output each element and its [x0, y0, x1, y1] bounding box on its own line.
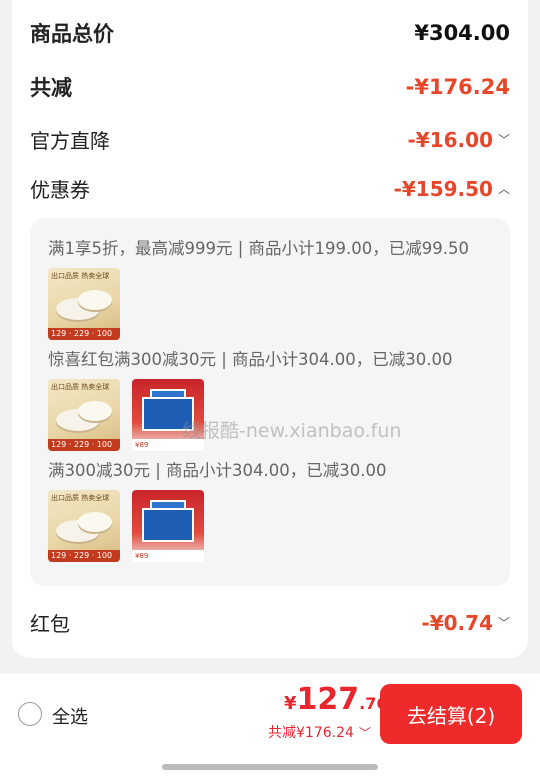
total-reduce-value: -¥176.24 — [405, 75, 510, 99]
hongbao-label: 红包 — [30, 612, 70, 636]
watermark: 线报酷-new.xianbao.fun — [182, 420, 402, 442]
hongbao-value: -¥0.74 — [421, 610, 493, 635]
official-discount-value-wrap: -¥16.00 ﹀ — [408, 128, 511, 152]
total-price-row: 商品总价 ¥304.00 — [30, 18, 510, 48]
coupon-line-2: 惊喜红包满300减30元 | 商品小计304.00，已减30.00 — [48, 350, 453, 369]
checkout-button[interactable]: 去结算(2) — [380, 684, 522, 744]
official-discount-label: 官方直降 — [30, 129, 110, 153]
chevron-down-icon[interactable]: ﹀ — [498, 614, 510, 631]
coupon-line-3: 满300减30元 | 商品小计304.00，已减30.00 — [48, 461, 387, 480]
final-price: ¥ 127 .76 — [284, 682, 388, 717]
total-reduce-label: 共减 — [30, 76, 72, 100]
official-discount-row[interactable]: 官方直降 -¥16.00 ﹀ — [30, 125, 510, 154]
coupon-label: 优惠券 — [30, 178, 90, 202]
official-discount-value: -¥16.00 — [407, 127, 493, 152]
chevron-up-icon[interactable]: ︿ — [498, 180, 510, 197]
home-indicator — [162, 764, 378, 770]
product-thumb-cookware[interactable]: 出口品质 热卖全球 129 · 229 · 100 — [48, 379, 120, 451]
coupon-row[interactable]: 优惠券 -¥159.50 ︿ — [30, 174, 510, 203]
coupon-line-1: 满1享5折，最高减999元 | 商品小计199.00，已减99.50 — [48, 239, 470, 258]
total-price-label: 商品总价 — [30, 22, 114, 46]
product-thumb-box[interactable]: ¥89 — [132, 490, 204, 562]
chevron-down-icon: ﹀ — [358, 725, 371, 740]
chevron-down-icon[interactable]: ﹀ — [498, 131, 510, 148]
product-thumb-cookware[interactable]: 出口品质 热卖全球 129 · 229 · 100 — [48, 490, 120, 562]
hongbao-value-wrap: -¥0.74 ﹀ — [421, 611, 510, 635]
coupon-1-thumbs: 出口品质 热卖全球 129 · 229 · 100 — [48, 268, 120, 340]
total-price-value: ¥304.00 — [414, 21, 510, 45]
product-thumb-cookware[interactable]: 出口品质 热卖全球 129 · 229 · 100 — [48, 268, 120, 340]
coupon-3-thumbs: 出口品质 热卖全球 129 · 229 · 100 ¥89 — [48, 490, 204, 562]
coupon-detail-box: 满1享5折，最高减999元 | 商品小计199.00，已减99.50 出口品质 … — [30, 218, 510, 586]
select-all-radio[interactable] — [18, 702, 42, 726]
coupon-2-thumbs: 出口品质 热卖全球 129 · 229 · 100 ¥89 — [48, 379, 204, 451]
select-all-label[interactable]: 全选 — [52, 703, 88, 729]
hongbao-row[interactable]: 红包 -¥0.74 ﹀ — [30, 608, 510, 637]
saved-summary[interactable]: 共减¥176.24 ﹀ — [268, 722, 371, 742]
total-reduce-row: 共减 -¥176.24 — [30, 72, 510, 102]
checkout-bar: 全选 ¥ 127 .76 共减¥176.24 ﹀ 去结算(2) — [0, 674, 540, 778]
price-detail-card: 商品总价 ¥304.00 共减 -¥176.24 官方直降 -¥16.00 ﹀ … — [12, 0, 528, 658]
coupon-value-wrap: -¥159.50 ︿ — [394, 177, 510, 201]
coupon-value: -¥159.50 — [393, 176, 493, 201]
